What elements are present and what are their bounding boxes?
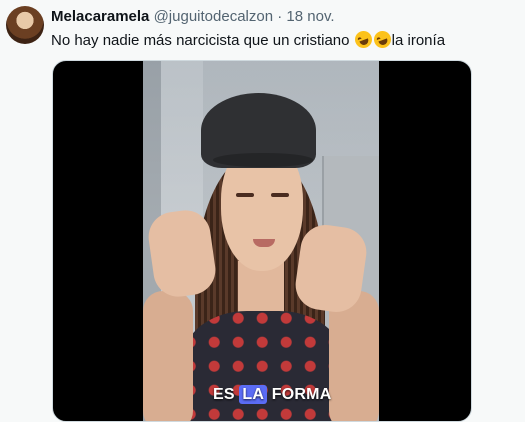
tweet-text: No hay nadie más narcicista que un crist…: [51, 28, 446, 51]
user-handle[interactable]: @juguitodecalzon: [154, 8, 273, 25]
video-caption: ES LA FORMA: [213, 385, 332, 404]
mouth: [253, 239, 275, 247]
cap-brim: [213, 153, 313, 167]
tweet-header: Melacaramela @juguitodecalzon · 18 nov.: [51, 8, 335, 25]
rolling-on-floor-laughing-emoji: [371, 28, 394, 51]
tweet-date[interactable]: 18 nov.: [286, 8, 334, 25]
caption-word-highlighted: LA: [239, 385, 268, 404]
tweet-text-end: la ironía: [391, 32, 446, 49]
tweet[interactable]: Melacaramela @juguitodecalzon · 18 nov. …: [0, 0, 525, 422]
person-top: [183, 311, 343, 421]
avatar[interactable]: [6, 6, 44, 44]
tweet-text-main: No hay nadie más narcicista que un crist…: [51, 32, 354, 49]
video-frame[interactable]: [143, 61, 379, 421]
eye: [236, 193, 254, 197]
caption-word: FORMA: [271, 386, 332, 403]
left-arm: [143, 291, 193, 421]
caption-word: ES: [213, 386, 235, 403]
rolling-on-floor-laughing-emoji: [352, 28, 375, 51]
video-player[interactable]: ES LA FORMA: [52, 60, 472, 422]
eye: [271, 193, 289, 197]
separator-dot: ·: [277, 8, 283, 25]
display-name[interactable]: Melacaramela: [51, 8, 149, 25]
